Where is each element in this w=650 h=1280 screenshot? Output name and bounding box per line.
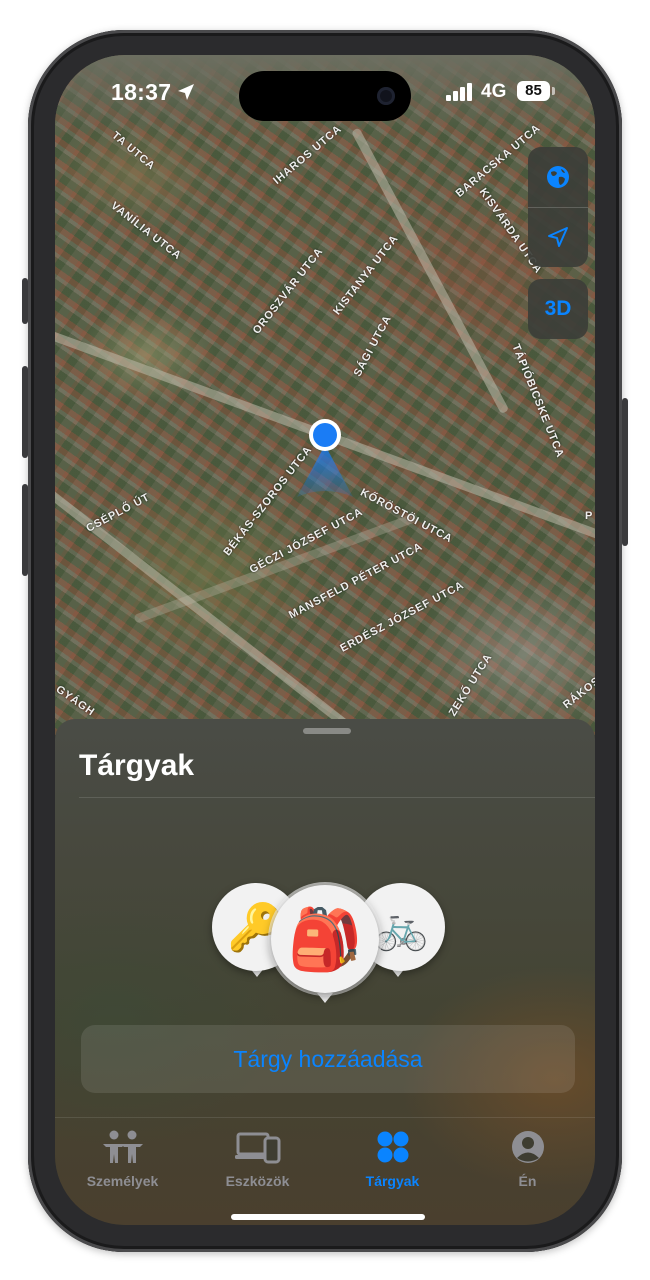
tab-devices[interactable]: Eszközök xyxy=(190,1130,325,1189)
globe-icon xyxy=(547,166,569,188)
tab-people[interactable]: Személyek xyxy=(55,1130,190,1189)
street-label: OROSZVÁR UTCA xyxy=(250,245,326,337)
location-arrow-icon xyxy=(548,227,568,247)
satellite-map[interactable]: TA UTCA IHAROS UTCA BARACSKA UTCA VANÍLI… xyxy=(55,55,595,735)
map-style-button[interactable] xyxy=(528,147,588,207)
street-label: VANÍLIA UTCA xyxy=(108,199,184,263)
location-services-icon xyxy=(178,84,194,100)
people-icon xyxy=(102,1130,143,1163)
heading-cone xyxy=(297,445,353,497)
tab-devices-label: Eszközök xyxy=(225,1173,290,1189)
sheet-grabber[interactable] xyxy=(303,728,351,734)
street-label: KISTANYA UTCA xyxy=(331,232,401,318)
items-sheet: Tárgyak 🔑 🚲 🎒 Tárgy hozzáadása Személyek… xyxy=(55,719,595,1225)
map-controls xyxy=(528,147,588,267)
backpack-icon: 🎒 xyxy=(287,905,363,973)
person-circle-icon xyxy=(511,1131,544,1163)
network-type: 4G xyxy=(481,81,507,102)
power-button xyxy=(622,398,628,546)
street-label: CSÉPLŐ ÚT xyxy=(84,491,152,535)
track-location-button[interactable] xyxy=(528,207,588,267)
front-camera xyxy=(377,87,395,105)
street-label: SÁGI UTCA xyxy=(351,313,395,379)
bicycle-icon: 🚲 xyxy=(373,903,429,952)
home-indicator[interactable] xyxy=(231,1214,425,1220)
items-icon xyxy=(377,1131,408,1163)
tab-items-label: Tárgyak xyxy=(365,1173,420,1189)
item-pin-backpack[interactable]: 🎒 xyxy=(271,885,379,993)
volume-up-button xyxy=(22,366,28,458)
screen: TA UTCA IHAROS UTCA BARACSKA UTCA VANÍLI… xyxy=(55,55,595,1225)
street-label: ZEKŐ UTCA xyxy=(446,651,495,719)
3d-button[interactable]: 3D xyxy=(528,279,588,339)
battery-tip xyxy=(552,87,555,95)
devices-icon xyxy=(234,1132,280,1164)
street-label: GYÁGH xyxy=(55,683,97,719)
status-time: 18:37 xyxy=(111,79,172,105)
action-button xyxy=(22,278,28,324)
backpack-pin-tail xyxy=(317,993,333,1003)
street-label: P xyxy=(585,510,594,522)
battery-icon: 85 xyxy=(517,81,550,101)
sheet-divider xyxy=(79,797,595,798)
tab-bar: Személyek Eszközök Tárgyak Én xyxy=(55,1117,595,1225)
sheet-title: Tárgyak xyxy=(79,749,195,782)
street-label: TÁPIÓBICSKE UTCA xyxy=(509,342,567,460)
tab-me[interactable]: Én xyxy=(460,1130,595,1189)
street-label: TA UTCA xyxy=(109,129,158,173)
dynamic-island xyxy=(239,71,411,121)
add-item-button[interactable]: Tárgy hozzáadása xyxy=(81,1025,575,1093)
street-label: ERDÉSZ JÓZSEF UTCA xyxy=(338,579,467,655)
user-location-dot[interactable] xyxy=(313,423,337,447)
status-bar: 18:37 4G 85 xyxy=(55,55,595,135)
street-label: RÁKOS xyxy=(560,674,595,712)
volume-down-button xyxy=(22,484,28,576)
tab-items[interactable]: Tárgyak xyxy=(325,1130,460,1189)
tab-me-label: Én xyxy=(518,1173,537,1189)
cellular-signal-icon xyxy=(446,83,472,101)
tab-people-label: Személyek xyxy=(86,1173,159,1189)
